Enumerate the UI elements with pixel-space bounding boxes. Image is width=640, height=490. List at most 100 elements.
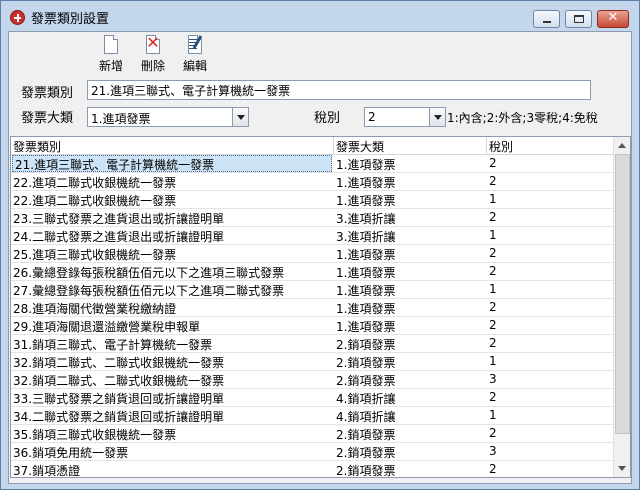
table-row[interactable]: 24.二聯式發票之進貨退出或折讓證明單 3.進項折讓 1 — [11, 227, 614, 245]
cell-major: 2.銷項發票 — [336, 428, 396, 442]
cell-category: 24.二聯式發票之進貨退出或折讓證明單 — [13, 230, 225, 244]
table-row[interactable]: 35.銷項三聯式收銀機統一發票 2.銷項發票 2 — [11, 425, 614, 443]
cell-tax: 2 — [489, 246, 497, 260]
cell-major: 2.銷項發票 — [336, 446, 396, 460]
cell-category: 33.三聯式發票之銷貨退回或折讓證明單 — [13, 392, 225, 406]
app-icon[interactable] — [10, 10, 25, 25]
column-header-tax[interactable]: 稅別 — [489, 138, 513, 155]
cell-tax: 1 — [489, 408, 497, 422]
table-row[interactable]: 29.進項海關退還溢繳營業稅申報單 1.進項發票 2 — [11, 317, 614, 335]
cell-major: 1.進項發票 — [336, 176, 396, 190]
cell-tax: 1 — [489, 228, 497, 242]
cell-category: 29.進項海關退還溢繳營業稅申報單 — [13, 320, 201, 334]
cell-category: 36.銷項免用統一發票 — [13, 446, 129, 460]
cell-major: 2.銷項發票 — [336, 356, 396, 370]
column-header-category[interactable]: 發票類別 — [13, 138, 61, 155]
table-row[interactable]: 26.彙總登錄每張稅額伍佰元以下之進項三聯式發票 1.進項發票 2 — [11, 263, 614, 281]
tax-select[interactable]: 2 — [364, 107, 446, 127]
cell-major: 1.進項發票 — [336, 266, 396, 280]
tax-hint: 1:內含;2:外含;3零稅;4:免稅 — [447, 111, 598, 125]
table-row[interactable]: 33.三聯式發票之銷貨退回或折讓證明單 4.銷項折讓 2 — [11, 389, 614, 407]
major-label: 發票大類 — [21, 111, 74, 126]
cell-category: 21.進項三聯式、電子計算機統一發票 — [12, 155, 332, 172]
chevron-down-icon[interactable] — [232, 108, 248, 126]
scroll-up-icon[interactable] — [614, 137, 630, 154]
title-bar[interactable]: 發票類別設置 ✕ — [1, 1, 639, 31]
window-title: 發票類別設置 — [31, 12, 110, 27]
cell-tax: 2 — [489, 300, 497, 314]
cell-category: 22.進項二聯式收銀機統一發票 — [13, 194, 177, 208]
cell-major: 1.進項發票 — [336, 302, 396, 316]
table-row[interactable]: 31.銷項三聯式、電子計算機統一發票 2.銷項發票 2 — [11, 335, 614, 353]
column-header-major[interactable]: 發票大類 — [336, 138, 384, 155]
cell-major: 4.銷項折讓 — [336, 392, 396, 406]
delete-label: 刪除 — [140, 59, 165, 73]
cell-tax: 2 — [489, 426, 497, 440]
table-row[interactable]: 28.進項海關代徵營業稅繳納證 1.進項發票 2 — [11, 299, 614, 317]
cell-major: 2.銷項發票 — [336, 374, 396, 388]
table-header: 發票類別 發票大類 稅別 — [11, 137, 614, 155]
cell-major: 3.進項折讓 — [336, 212, 396, 226]
major-select-value: 1.進項發票 — [91, 112, 151, 126]
table-row[interactable]: 32.銷項二聯式、二聯式收銀機統一發票 2.銷項發票 1 — [11, 353, 614, 371]
edit-label: 編輯 — [182, 59, 207, 73]
tax-select-value: 2 — [368, 110, 376, 124]
delete-x-icon: ✕ — [146, 33, 160, 52]
category-label: 發票類別 — [21, 86, 74, 101]
tax-label: 稅別 — [314, 111, 341, 126]
new-document-icon — [104, 35, 118, 54]
table-row[interactable]: 21.進項三聯式、電子計算機統一發票 1.進項發票 2 — [11, 155, 614, 173]
table-row[interactable]: 22.進項二聯式收銀機統一發票 1.進項發票 2 — [11, 173, 614, 191]
app-window: 發票類別設置 ✕ 新增 ✕ 刪除 編輯 發票類別 21.進項三聯式、電子計算機統… — [0, 0, 640, 490]
cell-tax: 2 — [489, 318, 497, 332]
cell-category: 37.銷項憑證 — [13, 464, 81, 478]
cell-major: 1.進項發票 — [336, 320, 396, 334]
table-row[interactable]: 32.銷項二聯式、二聯式收銀機統一發票 2.銷項發票 3 — [11, 371, 614, 389]
table-row[interactable]: 22.進項二聯式收銀機統一發票 1.進項發票 1 — [11, 191, 614, 209]
cell-major: 1.進項發票 — [336, 284, 396, 298]
table-row[interactable]: 36.銷項免用統一發票 2.銷項發票 3 — [11, 443, 614, 461]
cell-category: 25.進項三聯式收銀機統一發票 — [13, 248, 177, 262]
table-row[interactable]: 34.二聯式發票之銷貨退回或折讓證明單 4.銷項折讓 1 — [11, 407, 614, 425]
cell-major: 1.進項發票 — [336, 158, 396, 172]
chevron-down-icon[interactable] — [429, 108, 445, 126]
cell-category: 34.二聯式發票之銷貨退回或折讓證明單 — [13, 410, 225, 424]
cell-category: 27.彙總登錄每張稅額伍佰元以下之進項二聯式發票 — [13, 284, 285, 298]
cell-major: 2.銷項發票 — [336, 464, 396, 478]
cell-tax: 2 — [489, 336, 497, 350]
delete-button[interactable]: ✕ 刪除 — [133, 33, 173, 75]
cell-tax: 2 — [489, 210, 497, 224]
cell-major: 3.進項折讓 — [336, 230, 396, 244]
cell-tax: 3 — [489, 372, 497, 386]
add-label: 新增 — [98, 59, 123, 73]
cell-major: 1.進項發票 — [336, 194, 396, 208]
maximize-button[interactable] — [565, 10, 592, 28]
add-button[interactable]: 新增 — [91, 35, 131, 75]
table-row[interactable]: 27.彙總登錄每張稅額伍佰元以下之進項二聯式發票 1.進項發票 1 — [11, 281, 614, 299]
table-row[interactable]: 23.三聯式發票之進貨退出或折讓證明單 3.進項折讓 2 — [11, 209, 614, 227]
minimize-button[interactable] — [533, 10, 560, 28]
cell-major: 4.銷項折讓 — [336, 410, 396, 424]
maximize-icon — [574, 15, 584, 23]
cell-category: 26.彙總登錄每張稅額伍佰元以下之進項三聯式發票 — [13, 266, 285, 280]
cell-category: 32.銷項二聯式、二聯式收銀機統一發票 — [13, 356, 225, 370]
cell-category: 35.銷項三聯式收銀機統一發票 — [13, 428, 177, 442]
cell-tax: 1 — [489, 282, 497, 296]
cell-tax: 2 — [489, 156, 497, 170]
table-row[interactable]: 25.進項三聯式收銀機統一發票 1.進項發票 2 — [11, 245, 614, 263]
scroll-thumb[interactable] — [615, 154, 630, 434]
close-button[interactable]: ✕ — [597, 10, 629, 28]
cell-category: 31.銷項三聯式、電子計算機統一發票 — [13, 338, 213, 352]
category-field[interactable]: 21.進項三聯式、電子計算機統一發票 — [87, 80, 591, 100]
cell-category: 28.進項海關代徵營業稅繳納證 — [13, 302, 177, 316]
close-icon: ✕ — [607, 10, 619, 25]
cell-tax: 2 — [489, 390, 497, 404]
cell-category: 32.銷項二聯式、二聯式收銀機統一發票 — [13, 374, 225, 388]
scroll-down-icon[interactable] — [614, 460, 630, 477]
edit-button[interactable]: 編輯 — [175, 35, 215, 75]
major-select[interactable]: 1.進項發票 — [87, 107, 249, 127]
table-row[interactable]: 37.銷項憑證 2.銷項發票 2 — [11, 461, 614, 478]
cell-tax: 2 — [489, 264, 497, 278]
cell-tax: 1 — [489, 354, 497, 368]
vertical-scrollbar[interactable] — [613, 137, 630, 477]
